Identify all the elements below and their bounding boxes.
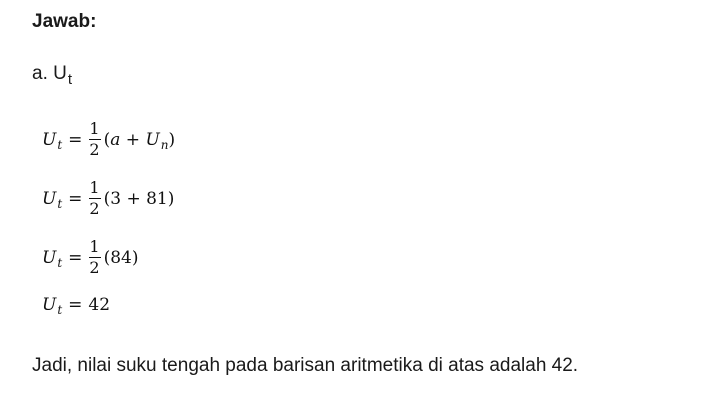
equation-1: Ut = 1 2 (a + Un) (42, 121, 175, 158)
eq4-rhs: 42 (88, 295, 111, 315)
equation-4: Ut = 42 (42, 295, 111, 317)
equation-3: Ut = 1 2 (84) (42, 239, 139, 276)
eq1-rhs-sub: n (160, 137, 169, 152)
eq3-equals: = (68, 247, 83, 268)
eq1-rhs-close: ) (168, 129, 176, 150)
equation-2: Ut = 1 2 (3 + 81) (42, 180, 174, 217)
eq4-lhs-var: U (42, 295, 57, 315)
eq4-equals: = (68, 295, 83, 315)
eq1-rhs-plus: + (120, 129, 146, 150)
subpart-label-text: a. U (32, 63, 67, 84)
eq3-frac-denominator: 2 (89, 258, 100, 277)
eq3-frac-numerator: 1 (89, 237, 100, 256)
eq1-fraction: 1 2 (88, 119, 101, 159)
eq4-lhs-sub: t (57, 303, 63, 317)
eq2-equals: = (68, 188, 83, 209)
eq1-rhs-open: ( (103, 129, 111, 150)
eq2-frac-denominator: 2 (89, 199, 100, 218)
eq2-rhs: (3 + 81) (103, 188, 175, 209)
eq3-lhs-var: U (42, 247, 57, 268)
eq1-equals: = (68, 129, 83, 150)
subpart-label: a. Ut (32, 63, 73, 88)
conclusion-text: Jadi, nilai suku tengah pada barisan ari… (32, 355, 579, 376)
eq1-frac-denominator: 2 (89, 140, 100, 159)
eq1-rhs-var: U (145, 129, 160, 150)
subpart-label-subscript: t (67, 71, 73, 88)
eq3-rhs: (84) (103, 247, 139, 268)
eq1-rhs-a: a (110, 129, 121, 150)
answer-heading: Jawab: (32, 11, 97, 32)
eq2-fraction: 1 2 (88, 178, 101, 218)
eq3-lhs-sub: t (57, 255, 63, 270)
eq2-lhs-var: U (42, 188, 57, 209)
eq1-lhs-sub: t (57, 137, 63, 152)
eq3-fraction: 1 2 (88, 237, 101, 277)
eq2-frac-numerator: 1 (89, 178, 100, 197)
eq2-lhs-sub: t (57, 196, 63, 211)
eq1-frac-numerator: 1 (89, 119, 100, 138)
eq1-lhs-var: U (42, 129, 57, 150)
